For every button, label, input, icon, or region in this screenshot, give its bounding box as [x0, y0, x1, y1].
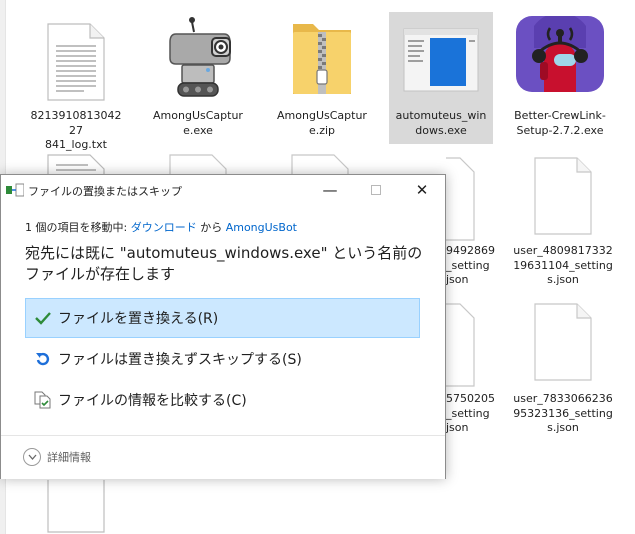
blank-file-icon — [291, 154, 349, 175]
zip-folder-icon — [293, 24, 351, 94]
file-move-icon — [6, 183, 24, 197]
conflict-message: 宛先には既に "automuteus_windows.exe" という名前のファ… — [25, 244, 423, 283]
skip-file-option[interactable]: ファイルは置き換えずスキップする(S) — [25, 339, 420, 379]
dialog-title: ファイルの置換またはスキップ — [28, 185, 182, 198]
blank-file-icon — [534, 303, 592, 381]
blank-file-icon — [446, 303, 475, 387]
more-details-toggle[interactable]: 詳細情報 — [23, 448, 91, 466]
file-tile-user-settings-json-2[interactable]: user_7833066236 95323136_setting s.json — [508, 298, 618, 440]
file-name-label: 5750205 _setting json — [446, 392, 495, 434]
blank-file-icon — [534, 157, 592, 235]
file-tile-user-settings-json-1[interactable]: user_4809817332 19631104_setting s.json — [508, 150, 618, 292]
file-name-label: automuteus_win dows.exe — [395, 109, 487, 137]
source-folder-link[interactable]: ダウンロード — [131, 221, 197, 234]
file-name-label: Better-CrewLink- Setup-2.7.2.exe — [514, 109, 606, 137]
text-file-icon — [47, 154, 105, 175]
dialog-footer: 詳細情報 — [1, 435, 445, 479]
file-tile-automuteus-windows-exe[interactable]: automuteus_win dows.exe — [389, 12, 493, 144]
close-button[interactable]: ✕ — [399, 175, 445, 205]
file-name-label: 821391081304227 841_log.txt — [30, 109, 122, 151]
compare-files-icon — [34, 391, 52, 409]
replace-file-option[interactable]: ファイルを置き換える(R) — [25, 298, 420, 338]
checkmark-icon — [34, 309, 52, 327]
file-name-label: 9492869 _setting json — [446, 244, 495, 286]
text-file-icon — [47, 23, 105, 101]
compare-file-info-option[interactable]: ファイルの情報を比較する(C) — [25, 380, 420, 420]
replace-option-label: ファイルを置き換える(R) — [58, 311, 219, 327]
blank-file-icon — [446, 157, 475, 241]
move-status-line: 1 個の項目を移動中: ダウンロード から AmongUsBot — [25, 221, 297, 234]
dialog-titlebar[interactable]: ファイルの置換またはスキップ — ✕ — [1, 175, 445, 205]
window-app-icon — [403, 28, 479, 92]
maximize-button — [353, 175, 399, 205]
file-tile-amonguscapture-zip[interactable]: AmongUsCaptur e.zip — [270, 12, 374, 146]
file-tile-better-crewlink-setup[interactable]: Better-CrewLink- Setup-2.7.2.exe — [508, 12, 612, 146]
skip-option-label: ファイルは置き換えずスキップする(S) — [58, 352, 302, 368]
skip-arrow-icon — [34, 350, 52, 368]
text-file-icon — [47, 480, 105, 533]
blank-file-icon — [169, 154, 227, 175]
file-tile-log-txt[interactable]: 821391081304227 841_log.txt — [24, 12, 128, 151]
replace-or-skip-dialog: ファイルの置換またはスキップ — ✕ 1 個の項目を移動中: ダウンロード から… — [0, 174, 446, 479]
minimize-button[interactable]: — — [307, 175, 353, 205]
crewlink-app-icon — [516, 16, 604, 92]
file-name-label: AmongUsCaptur e.exe — [153, 109, 243, 137]
file-name-label: AmongUsCaptur e.zip — [277, 109, 367, 137]
file-tile-json-partial[interactable]: 5750205 _setting json — [446, 298, 498, 438]
compare-option-label: ファイルの情報を比較する(C) — [58, 393, 247, 409]
more-details-label: 詳細情報 — [47, 451, 91, 464]
file-tile-json-partial[interactable]: 9492869 _setting json — [446, 150, 498, 290]
file-tile-amonguscapture-exe[interactable]: AmongUsCaptur e.exe — [146, 12, 250, 146]
chevron-down-icon — [23, 448, 41, 466]
maximize-icon — [371, 185, 381, 195]
minimize-icon: — — [322, 181, 338, 199]
file-name-label: user_7833066236 95323136_setting s.json — [513, 392, 613, 434]
close-icon: ✕ — [415, 181, 429, 199]
file-name-label: user_4809817332 19631104_setting s.json — [513, 244, 613, 286]
robot-app-icon — [169, 17, 231, 97]
destination-folder-link[interactable]: AmongUsBot — [226, 221, 297, 234]
